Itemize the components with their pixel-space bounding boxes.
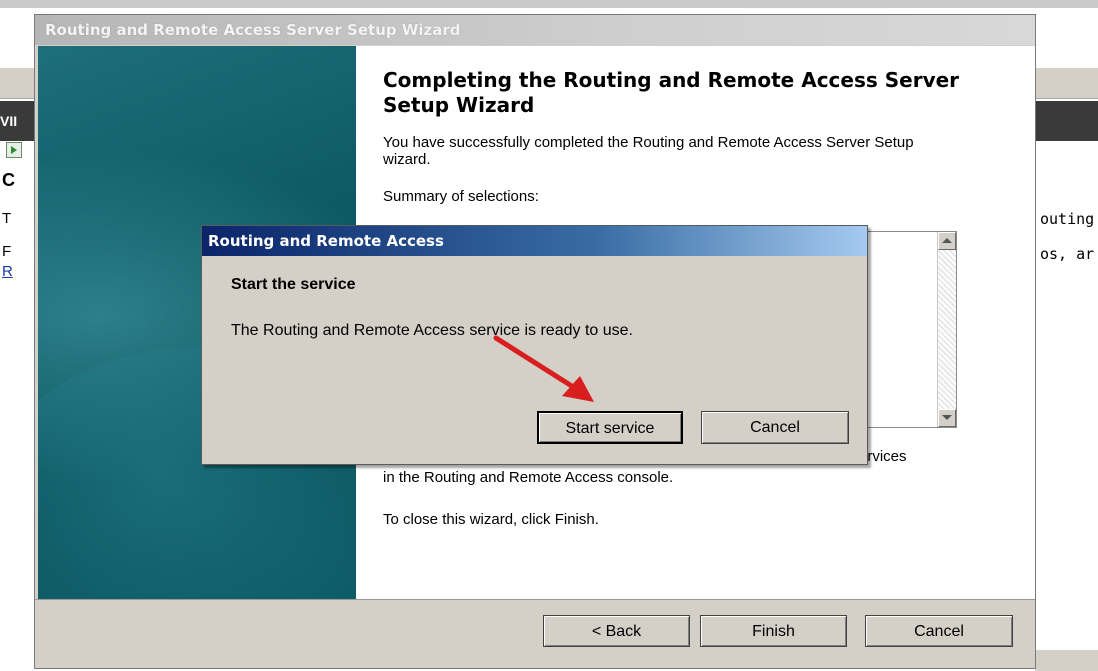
arrow-shaft: [493, 335, 581, 393]
background-header-bar-right: [1035, 101, 1098, 141]
dialog-title: Routing and Remote Access: [208, 232, 444, 250]
background-header-text: VII: [0, 113, 18, 129]
arrow-head: [562, 376, 594, 402]
background-toolbar-right: [1035, 68, 1098, 99]
background-link-fragment[interactable]: R: [2, 263, 13, 280]
dialog-title-bar[interactable]: Routing and Remote Access: [202, 226, 867, 256]
arrow-up-icon: [942, 238, 952, 243]
run-icon[interactable]: [6, 142, 22, 158]
wizard-title: Routing and Remote Access Server Setup W…: [45, 21, 461, 39]
dialog-cancel-button[interactable]: Cancel: [701, 411, 849, 444]
annotation-arrow-icon: [493, 335, 594, 402]
back-button[interactable]: < Back: [543, 615, 690, 647]
scroll-up-button[interactable]: [938, 232, 956, 250]
wizard-manage-text: in the Routing and Remote Access console…: [383, 469, 674, 486]
wizard-title-bar[interactable]: Routing and Remote Access Server Setup W…: [35, 15, 1035, 45]
dialog-heading: Start the service: [231, 276, 356, 293]
summary-label: Summary of selections:: [383, 188, 539, 205]
background-heading-fragment: C: [2, 170, 15, 190]
cancel-button[interactable]: Cancel: [865, 615, 1013, 647]
wizard-success-text: You have successfully completed the Rout…: [383, 134, 914, 168]
summary-scrollbar[interactable]: [937, 232, 956, 427]
wizard-footer-divider: [35, 599, 1035, 600]
start-service-button[interactable]: Start service: [537, 411, 683, 444]
background-text-fragment: F: [2, 243, 12, 260]
background-text-fragment: outing: [1040, 210, 1095, 228]
background-text-fragment: os, ar: [1040, 245, 1095, 263]
arrow-down-icon: [942, 415, 952, 420]
wizard-close-text: To close this wizard, click Finish.: [383, 511, 599, 528]
background-statusbar: [1035, 650, 1098, 671]
wizard-heading: Completing the Routing and Remote Access…: [383, 68, 960, 117]
background-window-edge: [0, 0, 1098, 8]
background-text-fragment: T: [2, 210, 12, 227]
finish-button[interactable]: Finish: [700, 615, 847, 647]
scroll-down-button[interactable]: [938, 409, 956, 427]
